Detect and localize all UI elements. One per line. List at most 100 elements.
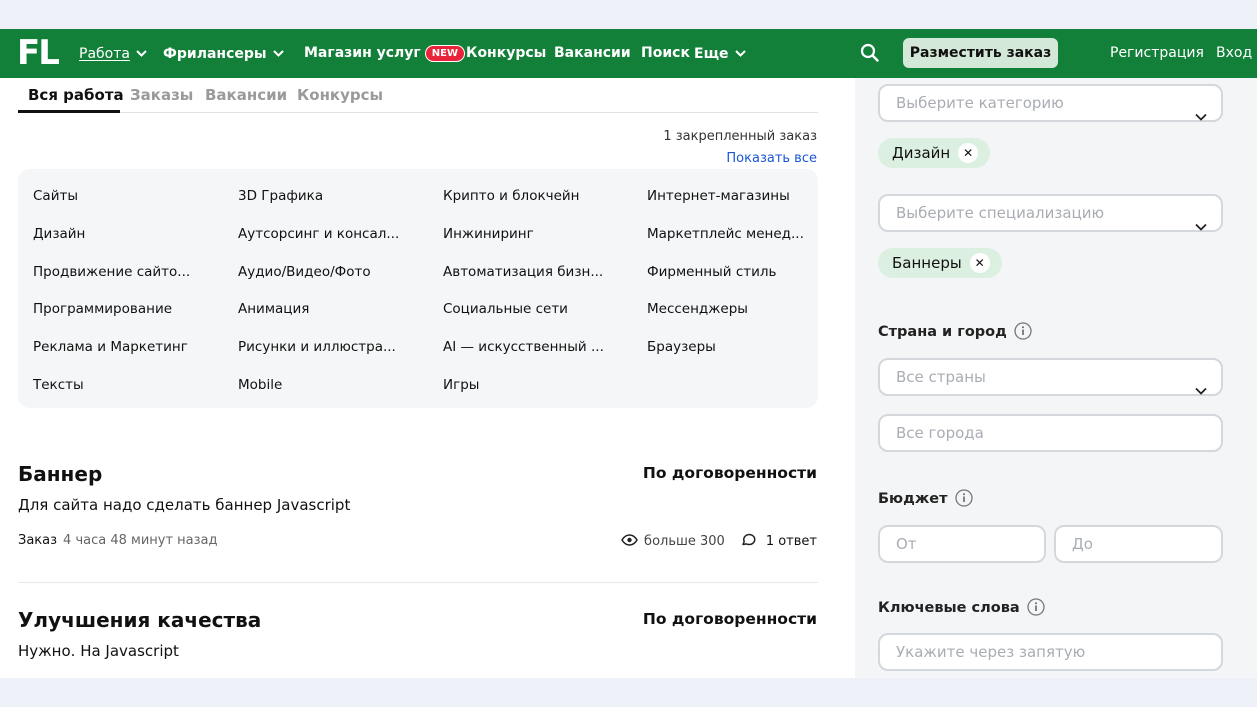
login-link[interactable]: Вход	[1216, 44, 1252, 62]
country-select[interactable]: Все страны	[878, 358, 1223, 396]
tab-all-work[interactable]: Вся работа	[28, 86, 124, 105]
job-price: По договоренности	[642, 610, 817, 628]
job-divider	[18, 582, 818, 583]
nav-more-label: Еще	[694, 46, 729, 62]
nav-work[interactable]: Работа	[79, 44, 147, 63]
category-link[interactable]: Интернет-магазины	[647, 187, 827, 205]
tab-contests[interactable]: Конкурсы	[297, 86, 383, 105]
info-icon[interactable]	[954, 489, 973, 511]
chevron-down-icon	[734, 44, 746, 62]
job-stats: больше 300 1 ответ	[621, 532, 817, 551]
job-description: Для сайта надо сделать баннер Javascript	[18, 496, 351, 514]
category-select[interactable]: Выберите категорию	[878, 84, 1223, 122]
nav-vacancies[interactable]: Вакансии	[554, 44, 631, 62]
city-input[interactable]: Все города	[878, 414, 1223, 452]
category-link[interactable]: 3D Графика	[238, 187, 418, 205]
register-link[interactable]: Регистрация	[1110, 44, 1204, 62]
nav-service-shop[interactable]: Магазин услуг NEW	[304, 44, 465, 62]
category-link[interactable]: Игры	[443, 376, 623, 394]
eye-icon	[621, 533, 644, 550]
top-navbar: FL Работа Фрилансеры Магазин услуг NEW Ко…	[0, 29, 1257, 78]
category-link[interactable]: Аутсорсинг и консал...	[238, 225, 418, 243]
nav-contests-label: Конкурсы	[466, 45, 547, 61]
category-link[interactable]: Автоматизация бизн...	[443, 263, 623, 281]
location-label-text: Страна и город	[878, 324, 1007, 340]
budget-label: Бюджет	[878, 489, 973, 511]
search-icon[interactable]	[860, 43, 880, 63]
filters-sidebar: Выберите категорию Дизайн ✕ Выберите спец…	[855, 78, 1257, 678]
category-select-placeholder: Выберите категорию	[896, 94, 1064, 112]
category-link[interactable]: Дизайн	[33, 225, 213, 243]
active-tab-indicator	[18, 110, 120, 113]
nav-search[interactable]: Поиск	[641, 44, 690, 62]
keywords-label: Ключевые слова	[878, 598, 1045, 620]
job-price: По договоренности	[642, 464, 817, 482]
chevron-down-icon	[1195, 209, 1207, 243]
job-time: 4 часа 48 минут назад	[63, 533, 218, 548]
category-link[interactable]: AI — искусственный ...	[443, 338, 623, 356]
category-link[interactable]: Браузеры	[647, 338, 827, 356]
pinned-orders-count: 1 закрепленный заказ	[663, 129, 817, 144]
show-all-link[interactable]: Показать все	[726, 151, 817, 166]
category-link[interactable]: Анимация	[238, 300, 418, 318]
nav-freelancers-label: Фрилансеры	[163, 46, 267, 62]
fl-logo[interactable]: FL	[17, 35, 60, 71]
country-select-placeholder: Все страны	[896, 368, 986, 386]
nav-more[interactable]: Еще	[694, 44, 746, 63]
category-link[interactable]: Программирование	[33, 300, 213, 318]
close-icon[interactable]: ✕	[969, 253, 990, 273]
chevron-down-icon	[1195, 373, 1207, 407]
job-title[interactable]: Баннер	[18, 461, 102, 487]
budget-from-input[interactable]: От	[878, 525, 1046, 563]
category-chip: Дизайн ✕	[878, 138, 991, 168]
category-link[interactable]: Социальные сети	[443, 300, 623, 318]
nav-freelancers[interactable]: Фрилансеры	[163, 44, 284, 63]
info-icon[interactable]	[1027, 598, 1045, 620]
nav-service-shop-label: Магазин услуг	[304, 45, 421, 61]
category-link[interactable]: Инжиниринг	[443, 225, 623, 243]
category-link[interactable]: Маркетплейс менед...	[647, 225, 827, 243]
close-icon[interactable]: ✕	[958, 143, 979, 163]
keywords-input-placeholder: Укажите через запятую	[896, 643, 1086, 661]
city-input-placeholder: Все города	[896, 424, 984, 442]
category-link[interactable]: Аудио/Видео/Фото	[238, 263, 418, 281]
budget-to-input[interactable]: До	[1054, 525, 1223, 563]
comment-icon	[741, 532, 763, 551]
keywords-label-text: Ключевые слова	[878, 600, 1020, 616]
nav-vacancies-label: Вакансии	[554, 45, 631, 61]
specialization-select[interactable]: Выберите специализацию	[878, 194, 1223, 232]
keywords-input[interactable]: Укажите через запятую	[878, 633, 1223, 671]
job-description: Нужно. На Javascript	[18, 642, 179, 660]
job-answers-label: 1 ответ	[765, 534, 817, 549]
job-answers[interactable]: 1 ответ	[739, 532, 817, 551]
chevron-down-icon	[136, 44, 147, 62]
nav-contests[interactable]: Конкурсы	[466, 44, 546, 62]
category-link[interactable]: Продвижение сайто...	[33, 263, 213, 281]
budget-label-text: Бюджет	[878, 491, 948, 507]
category-link[interactable]: Фирменный стиль	[647, 263, 827, 281]
info-icon[interactable]	[1014, 322, 1032, 344]
job-meta: Заказ 4 часа 48 минут назад	[18, 533, 218, 548]
category-link[interactable]: Мессенджеры	[647, 300, 827, 318]
nav-work-label: Работа	[79, 46, 130, 62]
location-label: Страна и город	[878, 322, 1032, 344]
specialization-select-placeholder: Выберите специализацию	[896, 204, 1105, 222]
job-title[interactable]: Улучшения качества	[18, 607, 261, 633]
category-link[interactable]: Сайты	[33, 187, 213, 205]
page: FL Работа Фрилансеры Магазин услуг NEW Ко…	[0, 29, 1257, 678]
category-link[interactable]: Mobile	[238, 376, 418, 394]
specialization-chip-label: Баннеры	[892, 254, 962, 272]
category-link[interactable]: Крипто и блокчейн	[443, 187, 623, 205]
category-grid: Сайты 3D Графика Крипто и блокчейн Интернет…	[18, 169, 818, 408]
category-link[interactable]: Тексты	[33, 376, 213, 394]
job-views: больше 300	[644, 534, 725, 549]
category-link[interactable]: Рисунки и иллюстра...	[238, 338, 418, 356]
category-link[interactable]: Реклама и Маркетинг	[33, 338, 213, 356]
tab-vacancies[interactable]: Вакансии	[205, 86, 287, 105]
post-order-button[interactable]: Разместить заказ	[903, 38, 1058, 68]
nav-search-label: Поиск	[641, 45, 690, 61]
new-badge: NEW	[424, 45, 465, 62]
budget-to-placeholder: До	[1072, 535, 1093, 553]
tab-orders[interactable]: Заказы	[130, 86, 193, 105]
chevron-down-icon	[272, 44, 284, 62]
